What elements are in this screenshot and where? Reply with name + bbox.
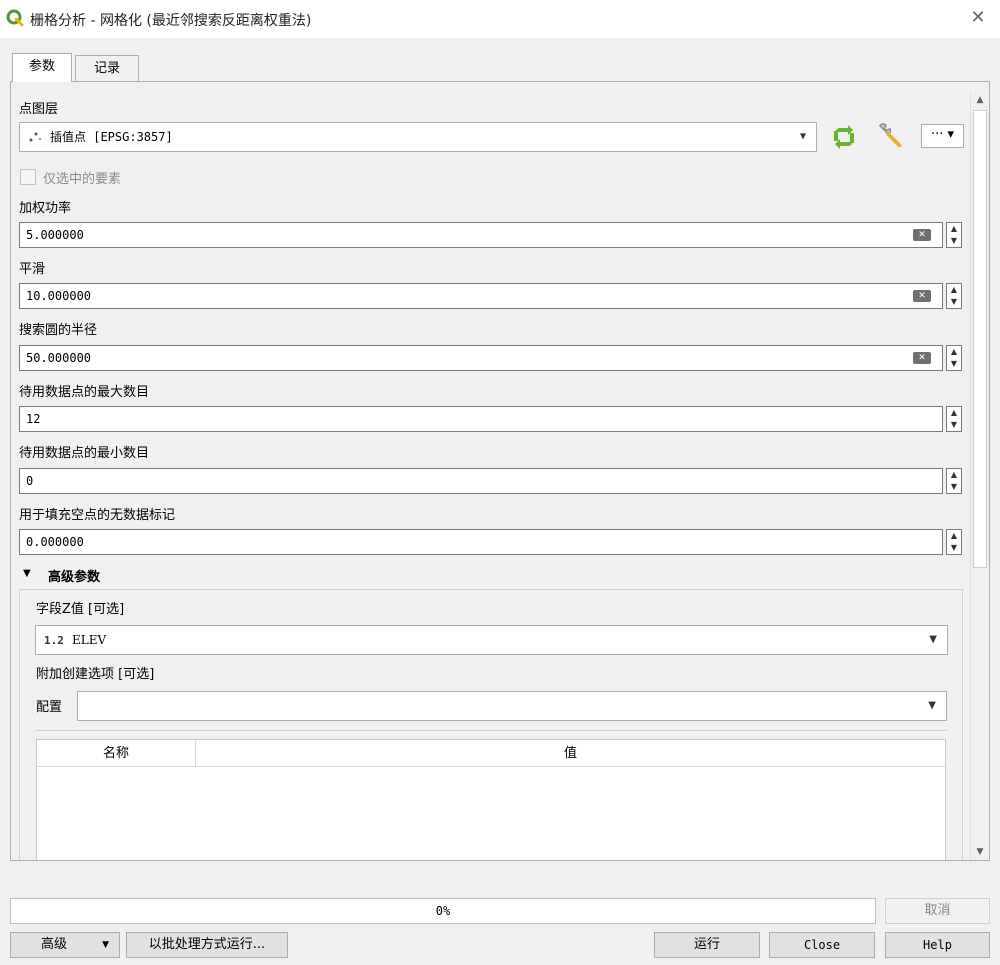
max-points-spinner[interactable]: ▲ ▼	[946, 406, 962, 432]
qgis-logo-icon	[6, 9, 24, 27]
help-button[interactable]: Help	[885, 932, 990, 958]
min-points-field[interactable]: 0	[19, 468, 943, 494]
refresh-icon[interactable]	[828, 122, 860, 152]
divider	[35, 730, 947, 731]
point-layer-icon	[29, 132, 42, 142]
chevron-down-icon: ▼	[928, 700, 936, 711]
smoothing-label: 平滑	[19, 262, 46, 277]
advanced-params-header[interactable]: 高级参数	[48, 566, 100, 585]
nodata-spinner[interactable]: ▲ ▼	[946, 529, 962, 555]
smoothing-field[interactable]: 10.000000	[19, 283, 943, 309]
radius-field[interactable]: 50.000000	[19, 345, 943, 371]
numeric-type-icon: 1.2	[44, 634, 64, 647]
weight-power-label: 加权功率	[19, 201, 72, 216]
radius-spinner[interactable]: ▲ ▼	[946, 345, 962, 371]
tab-parameters[interactable]: 参数	[12, 53, 72, 82]
selected-only-label: 仅选中的要素	[43, 172, 122, 187]
run-button[interactable]: 运行	[654, 932, 760, 958]
point-layer-label: 点图层	[19, 102, 59, 117]
point-layer-combo[interactable]: 插值点 [EPSG:3857] ▼	[19, 122, 817, 152]
nodata-field[interactable]: 0.000000	[19, 529, 943, 555]
z-field-combo[interactable]: 1.2 ELEV ▼	[35, 625, 948, 655]
collapse-triangle-icon[interactable]: ▼	[23, 568, 31, 579]
chevron-down-icon: ▼	[929, 634, 937, 645]
clear-icon[interactable]: ✕	[913, 229, 931, 241]
column-header-value[interactable]: 值	[196, 740, 945, 767]
radius-label: 搜索圆的半径	[19, 323, 98, 338]
close-button[interactable]: Close	[769, 932, 875, 958]
batch-process-button[interactable]: 以批处理方式运行...	[126, 932, 288, 958]
weight-power-spinner[interactable]: ▲ ▼	[946, 222, 962, 248]
cancel-button[interactable]: 取消	[885, 898, 990, 924]
smoothing-spinner[interactable]: ▲ ▼	[946, 283, 962, 309]
chevron-down-icon: ▼	[102, 940, 109, 950]
progress-bar: 0%	[10, 898, 876, 924]
advanced-menu-button[interactable]: 高级 ▼	[10, 932, 120, 958]
max-points-field[interactable]: 12	[19, 406, 943, 432]
point-layer-value: 插值点 [EPSG:3857]	[50, 130, 173, 144]
profile-label: 配置	[36, 700, 63, 715]
ellipsis-icon: ··· ▾	[930, 127, 955, 142]
more-options-button[interactable]: ··· ▾	[921, 124, 964, 148]
parameters-scroll-area: 点图层 插值点 [EPSG:3857] ▼ ··· ▾ 仅选中的要素 加权功率 …	[11, 92, 970, 860]
tab-log[interactable]: 记录	[75, 55, 139, 82]
vertical-scrollbar[interactable]: ▲ ▼	[970, 92, 988, 860]
scroll-up-icon[interactable]: ▲	[971, 92, 989, 108]
min-points-spinner[interactable]: ▲ ▼	[946, 468, 962, 494]
window-title: 栅格分析 - 网格化 (最近邻搜索反距离权重法)	[30, 13, 312, 29]
nodata-label: 用于填充空点的无数据标记	[19, 508, 176, 523]
scrollbar-thumb[interactable]	[973, 110, 987, 568]
min-points-label: 待用数据点的最小数目	[19, 446, 150, 461]
wrench-icon[interactable]	[873, 120, 905, 150]
weight-power-field[interactable]: 5.000000	[19, 222, 943, 248]
z-field-value: ELEV	[72, 633, 107, 647]
max-points-label: 待用数据点的最大数目	[19, 385, 150, 400]
scroll-down-icon[interactable]: ▼	[971, 844, 989, 860]
close-icon[interactable]: ✕	[966, 6, 990, 30]
clear-icon[interactable]: ✕	[913, 290, 931, 302]
selected-only-checkbox[interactable]	[20, 169, 36, 185]
chevron-down-icon: ▼	[799, 131, 806, 142]
profile-combo[interactable]: ▼	[77, 691, 947, 721]
z-field-label: 字段Z值 [可选]	[36, 602, 125, 617]
advanced-menu-label: 高级	[41, 937, 68, 952]
creation-options-label: 附加创建选项 [可选]	[36, 667, 155, 682]
title-bar: 栅格分析 - 网格化 (最近邻搜索反距离权重法) ✕	[0, 0, 1000, 38]
column-header-name[interactable]: 名称	[37, 740, 196, 767]
creation-options-table[interactable]: 名称 值	[36, 739, 946, 860]
clear-icon[interactable]: ✕	[913, 352, 931, 364]
